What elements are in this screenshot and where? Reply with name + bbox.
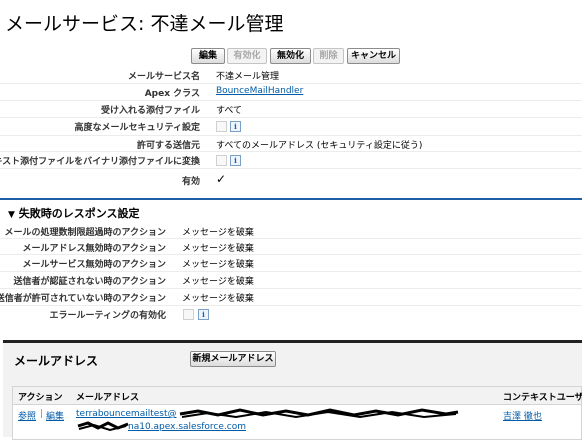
invalid-address-label: メールアドレス無効時のアクション — [22, 244, 166, 254]
error-routing-label: エラールーティングの有効化 — [49, 311, 166, 321]
advanced-security-label: 高度なメールセキュリティ設定 — [74, 123, 200, 133]
failure-response-section-title: 失敗時のレスポンス設定 — [18, 207, 140, 220]
page-title: メールサービス: 不達メール管理 — [5, 13, 284, 35]
view-link[interactable]: 参照 — [18, 409, 36, 422]
redaction-scribble — [179, 408, 459, 419]
apex-class-label: Apex クラス — [144, 89, 200, 99]
context-user-link[interactable]: 吉澤 徹也 — [503, 409, 542, 422]
row-divider — [0, 168, 582, 169]
info-icon[interactable]: i — [230, 155, 241, 166]
error-routing-checkbox — [183, 309, 194, 320]
row-divider — [0, 238, 582, 239]
allowed-senders-value: すべてのメールアドレス (セキュリティ設定に従う) — [216, 141, 423, 151]
unauthorized-sender-label: 送信者が許可されていない時のアクション — [0, 294, 166, 304]
row-divider — [0, 83, 582, 84]
edit-button[interactable]: 編集 — [191, 48, 225, 64]
row-divider — [0, 254, 582, 255]
row-divider — [0, 117, 582, 118]
email-address-table: アクション メールアドレス コンテキストユーザ 参照 | 編集 terrabou… — [12, 386, 582, 440]
delete-button[interactable]: 削除 — [313, 48, 344, 64]
invalid-address-value: メッセージを破棄 — [182, 244, 254, 254]
attachments-value: すべて — [216, 106, 243, 116]
unauthenticated-sender-value: メッセージを破棄 — [182, 277, 254, 287]
row-divider — [0, 288, 582, 289]
info-icon[interactable]: i — [230, 121, 241, 132]
active-label: 有効 — [181, 177, 200, 187]
allowed-senders-label: 許可する送信元 — [136, 141, 200, 151]
redaction-scribble — [77, 421, 129, 432]
section-divider — [0, 198, 582, 200]
activate-button[interactable]: 有効化 — [227, 48, 267, 64]
deactivate-button[interactable]: 無効化 — [270, 48, 311, 64]
triangle-down-icon: ▼ — [8, 210, 15, 220]
limit-exceeded-value: メッセージを破棄 — [182, 228, 254, 238]
row-divider — [0, 151, 582, 152]
unauthorized-sender-value: メッセージを破棄 — [182, 294, 254, 304]
email-address-panel-title: メールアドレス — [14, 354, 99, 368]
failure-response-section-header[interactable]: ▼ 失敗時のレスポンス設定 — [8, 205, 140, 221]
cancel-button[interactable]: キャンセル — [347, 48, 400, 64]
column-header-context-user: コンテキストユーザ — [503, 393, 582, 403]
unauthenticated-sender-label: 送信者が認証されない時のアクション — [13, 277, 166, 287]
action-separator: | — [40, 409, 44, 419]
apex-class-link[interactable]: BounceMailHandler — [216, 86, 303, 96]
convert-attachments-checkbox — [216, 155, 227, 166]
row-divider — [0, 100, 582, 101]
column-header-action: アクション — [18, 393, 63, 403]
active-checkmark-icon: ✓ — [216, 172, 227, 186]
service-name-value: 不達メール管理 — [216, 72, 280, 82]
edit-link[interactable]: 編集 — [46, 409, 64, 422]
attachments-label: 受け入れる添付ファイル — [100, 106, 200, 116]
email-address-link-line1[interactable]: terrabouncemailtest@ — [76, 409, 177, 419]
convert-attachments-label: テキスト添付ファイルをバイナリ添付ファイルに変換 — [0, 157, 200, 167]
advanced-security-checkbox — [216, 121, 227, 132]
new-email-address-button[interactable]: 新規メールアドレス — [190, 351, 276, 367]
info-icon[interactable]: i — [198, 309, 209, 320]
row-divider — [0, 135, 582, 136]
service-inactive-label: メールサービス無効時のアクション — [22, 260, 166, 270]
row-divider — [0, 305, 582, 306]
limit-exceeded-label: メールの処理数制限超過時のアクション — [4, 228, 166, 238]
service-name-label: メールサービス名 — [127, 72, 200, 82]
column-header-email: メールアドレス — [76, 393, 140, 403]
email-address-panel: メールアドレス 新規メールアドレス アクション メールアドレス コンテキストユー… — [3, 340, 582, 440]
service-inactive-value: メッセージを破棄 — [182, 260, 254, 270]
table-header: アクション メールアドレス コンテキストユーザ — [13, 387, 582, 405]
row-divider — [0, 271, 582, 272]
